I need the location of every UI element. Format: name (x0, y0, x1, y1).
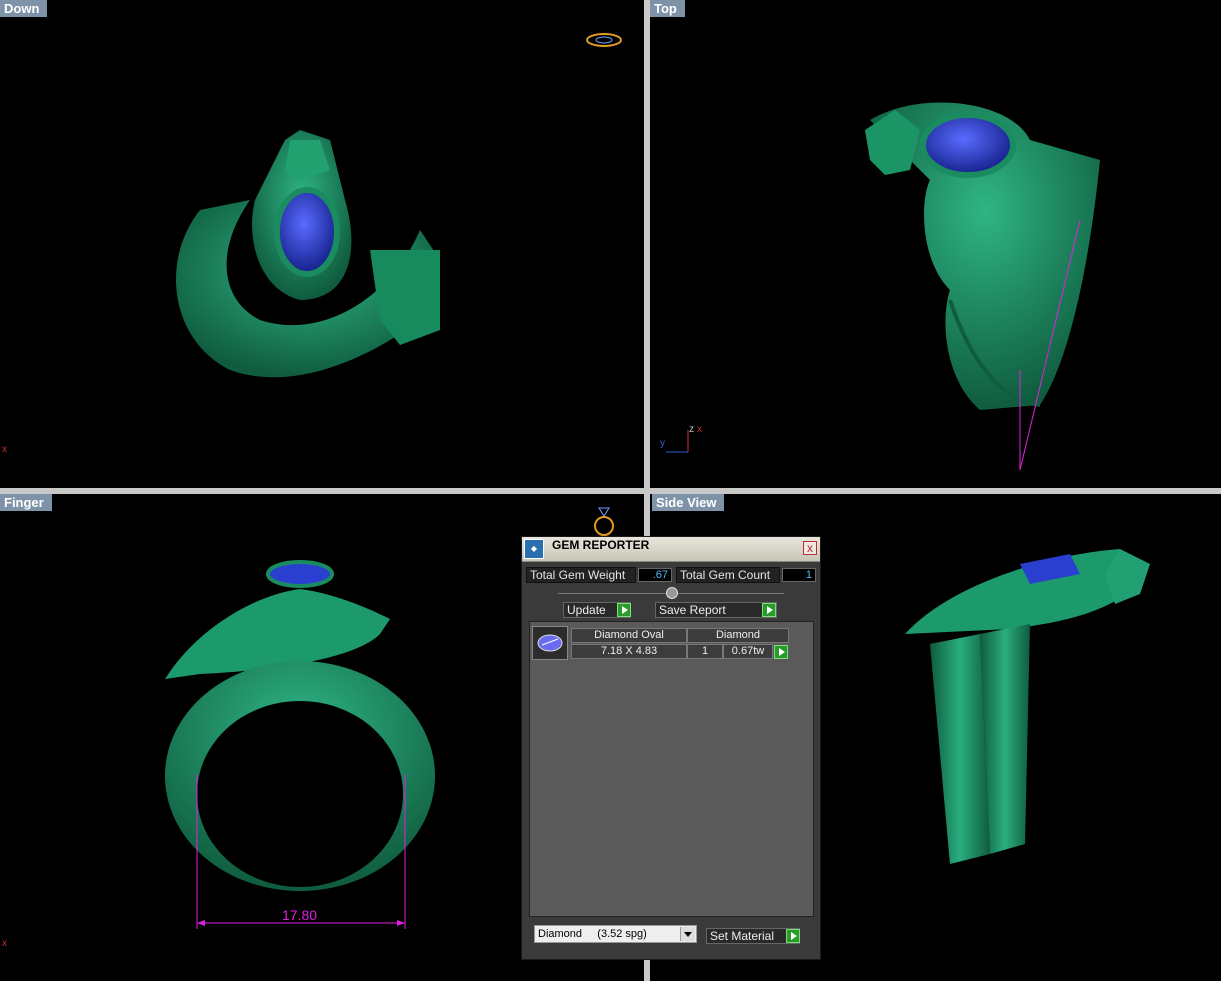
chevron-down-icon[interactable] (680, 927, 695, 941)
viewport-divider-horizontal[interactable] (0, 488, 1221, 494)
close-button[interactable]: x (803, 541, 817, 555)
gem-list[interactable]: Diamond Oval Diamond 7.18 X 4.83 1 0.67t… (529, 621, 814, 917)
dimension-value: 17.80 (282, 907, 318, 923)
viewport-down[interactable]: Down x (0, 0, 644, 488)
gem-weight: 0.67tw (723, 644, 773, 659)
gem-reporter-title: GEM REPORTER (552, 538, 650, 552)
update-play-icon[interactable] (617, 603, 631, 617)
axis-triad-icon: y z x (658, 424, 708, 454)
axis-x-label: x (2, 444, 7, 455)
gem-row[interactable]: Diamond Oval Diamond 7.18 X 4.83 1 0.67t… (530, 622, 813, 664)
material-select[interactable]: Diamond (3.52 spg) (534, 925, 697, 943)
set-material-play-icon[interactable] (786, 929, 800, 943)
save-report-button[interactable]: Save Report (655, 602, 777, 618)
save-report-play-icon[interactable] (762, 603, 776, 617)
axis-z-label: z (689, 424, 694, 435)
total-gem-weight-label: Total Gem Weight (526, 567, 636, 583)
total-gem-count-value[interactable]: 1 (782, 568, 816, 582)
viewport-label-down: Down (0, 0, 48, 17)
axis-x-label-finger: x (2, 938, 7, 949)
gem-reporter-titlebar[interactable]: ◆ GEM REPORTER x (522, 537, 820, 562)
axis-x-label-top: x (697, 424, 702, 435)
gem-quantity: 1 (687, 644, 723, 659)
viewport-top[interactable]: Top y z x (650, 0, 1221, 488)
viewport-label-top: Top (650, 0, 685, 17)
ring-render-top (865, 102, 1100, 471)
gem-reporter-logo-icon: ◆ (524, 539, 544, 559)
gem-reporter-panel: ◆ GEM REPORTER x Total Gem Weight .67 To… (521, 536, 821, 960)
gem-oval-icon (532, 626, 568, 660)
gem-shape: Diamond Oval (571, 628, 687, 643)
gem-size: 7.18 X 4.83 (571, 644, 687, 659)
total-gem-weight-value[interactable]: .67 (638, 568, 672, 582)
panel-collapse-knob[interactable] (666, 587, 678, 599)
gem-material: Diamond (687, 628, 789, 643)
total-gem-count-label: Total Gem Count (676, 567, 780, 583)
gem-row-play-icon[interactable] (774, 645, 788, 659)
material-select-value: Diamond (3.52 spg) (538, 928, 647, 940)
ring-render-down (176, 130, 440, 378)
ring-nav-cube-icon[interactable] (585, 30, 623, 50)
viewport-label-finger: Finger (0, 494, 52, 511)
axis-y-label: y (660, 438, 665, 449)
viewport-label-side: Side View (652, 494, 725, 511)
ring-nav-icon[interactable] (585, 504, 623, 538)
